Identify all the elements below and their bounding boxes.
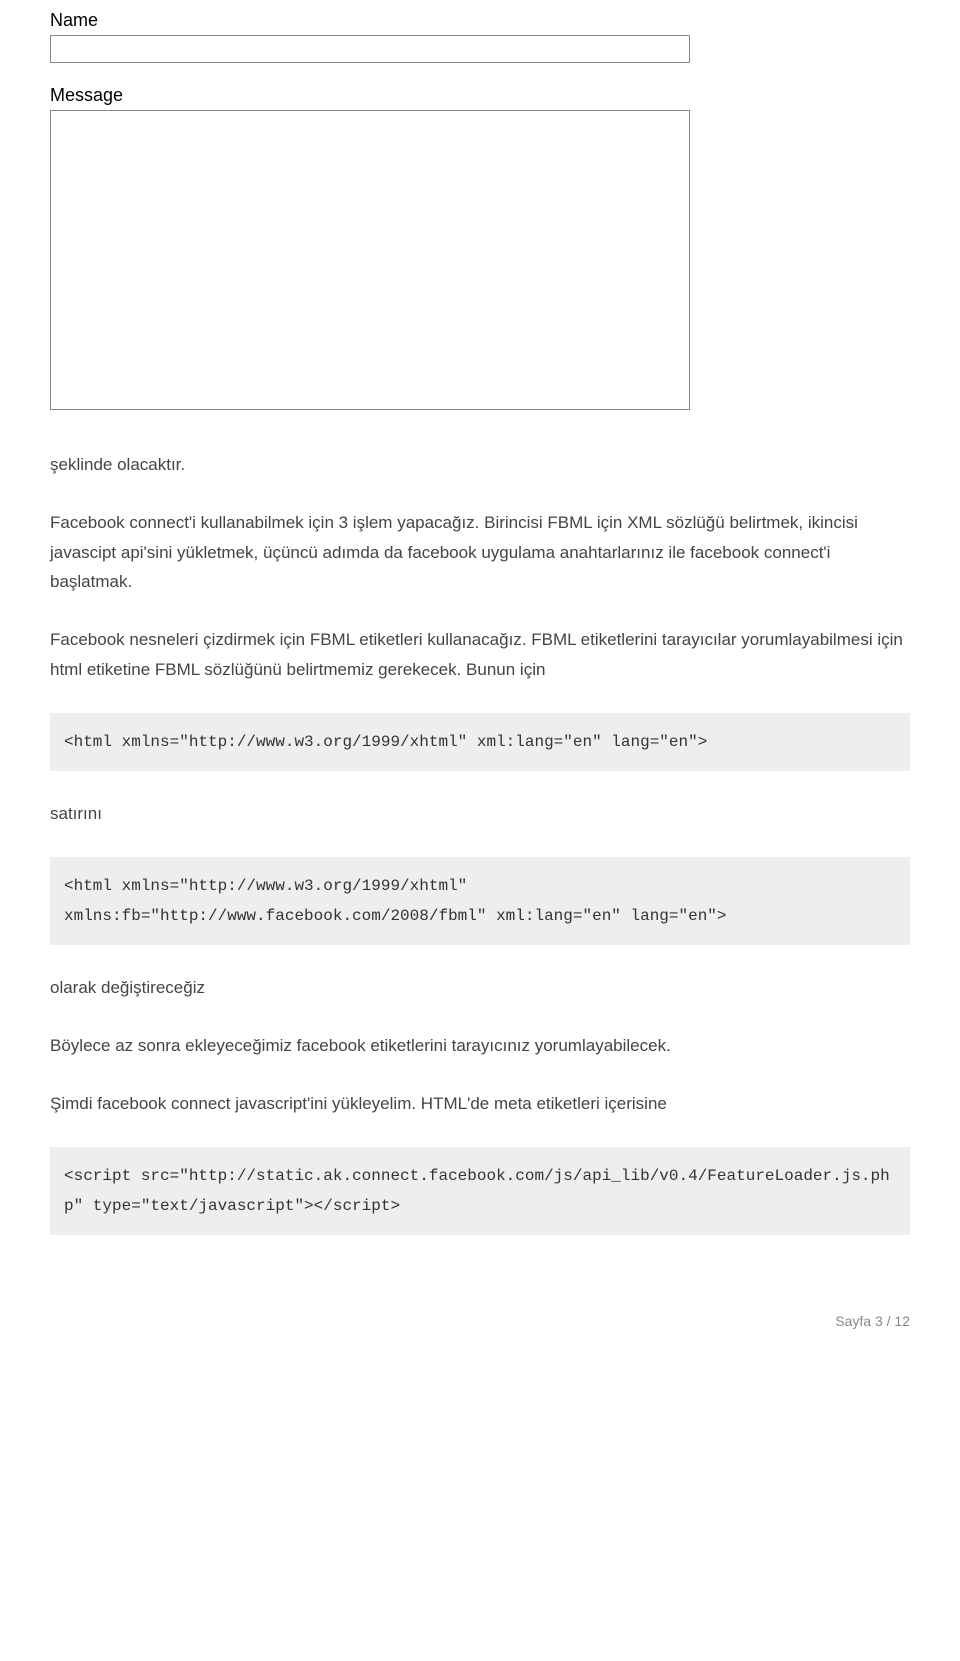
paragraph-7: Şimdi facebook connect javascript'ini yü…	[50, 1089, 910, 1119]
code-block-1: <html xmlns="http://www.w3.org/1999/xhtm…	[50, 713, 910, 771]
page-footer: Sayfa 3 / 12	[0, 1293, 960, 1349]
message-textarea[interactable]	[50, 110, 690, 410]
paragraph-3: Facebook nesneleri çizdirmek için FBML e…	[50, 625, 910, 685]
code-block-3: <script src="http://static.ak.connect.fa…	[50, 1147, 910, 1236]
paragraph-1: şeklinde olacaktır.	[50, 450, 910, 480]
paragraph-2: Facebook connect'i kullanabilmek için 3 …	[50, 508, 910, 597]
paragraph-4: satırını	[50, 799, 910, 829]
name-label: Name	[50, 10, 910, 31]
paragraph-5: olarak değiştireceğiz	[50, 973, 910, 1003]
code-block-2: <html xmlns="http://www.w3.org/1999/xhtm…	[50, 857, 910, 946]
name-input[interactable]	[50, 35, 690, 63]
paragraph-6: Böylece az sonra ekleyeceğimiz facebook …	[50, 1031, 910, 1061]
message-label: Message	[50, 85, 910, 106]
page-content: Name Message şeklinde olacaktır. Faceboo…	[0, 0, 960, 1293]
page-number: Sayfa 3 / 12	[835, 1313, 910, 1329]
